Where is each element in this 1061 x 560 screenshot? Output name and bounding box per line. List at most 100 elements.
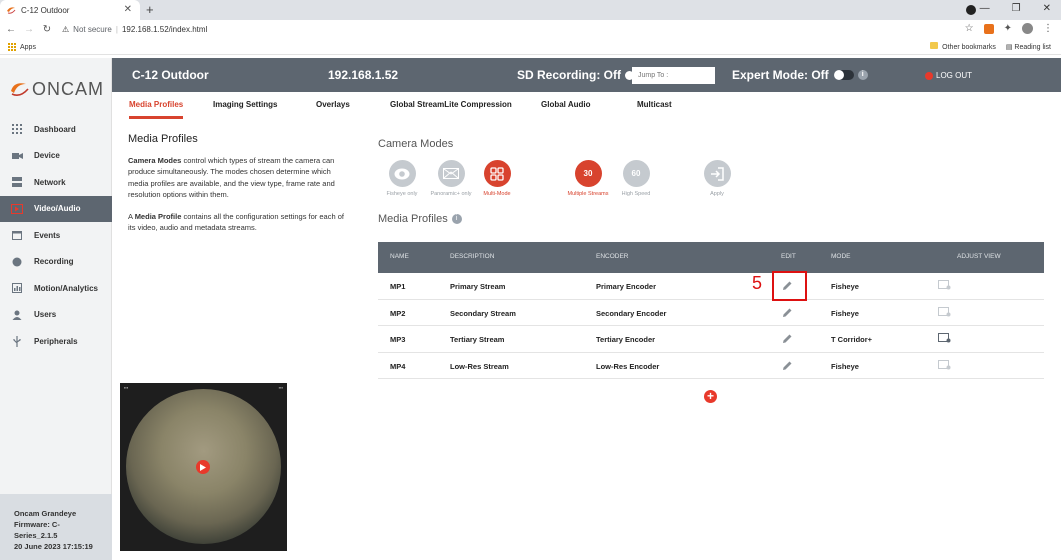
firmware-line-2: Series_2.1.5	[14, 531, 58, 540]
mode-multi-mode[interactable]: Multi-Mode	[465, 160, 529, 197]
sidebar-item-label: Peripherals	[34, 336, 78, 346]
sidebar-item-dashboard[interactable]: Dashboard	[0, 116, 112, 143]
profile-encoder: Secondary Encoder	[596, 308, 667, 318]
step-highlight-box	[772, 271, 807, 301]
media-profiles-title: Media Profiles i	[378, 213, 462, 225]
star-icon[interactable]: ☆	[965, 23, 974, 34]
network-icon	[11, 177, 23, 188]
forward-icon[interactable]: →	[22, 24, 36, 35]
preview-overlay-left: ▪▪▪	[124, 385, 129, 390]
adjust-view-icon[interactable]	[938, 280, 951, 292]
profile-mode: Fisheye	[831, 361, 859, 371]
mode-label: Multi-Mode	[483, 191, 511, 197]
description-title: Media Profiles	[128, 133, 198, 145]
profile-avatar[interactable]	[1022, 23, 1033, 34]
camera-modes-description: Camera Modes control which types of stre…	[128, 155, 348, 201]
tab-global-audio[interactable]: Global Audio	[541, 100, 590, 109]
speed-60-icon: 60	[622, 160, 650, 187]
table-row: MP3 Tertiary Stream Tertiary Encoder T C…	[378, 326, 1044, 353]
profile-mode: Fisheye	[831, 282, 859, 291]
fisheye-icon	[388, 160, 416, 187]
adjust-view-icon[interactable]	[938, 306, 951, 319]
logout-button[interactable]: LOG OUT	[925, 71, 972, 80]
sidebar-item-peripherals[interactable]: Peripherals	[0, 328, 112, 355]
tab-global-streamlite-compression[interactable]: Global StreamLite Compression	[390, 100, 512, 109]
adjust-view-icon[interactable]	[938, 333, 951, 345]
sidebar-item-network[interactable]: Network	[0, 169, 112, 196]
device-model: Oncam Grandeye	[14, 509, 77, 518]
analytics-icon	[11, 283, 23, 294]
adjust-view-icon[interactable]	[938, 359, 951, 372]
column-header: NAME	[390, 253, 409, 260]
camera-modes-term: Camera Modes	[128, 155, 182, 165]
menu-kebab-icon[interactable]: ⋮	[1043, 23, 1053, 34]
url-field[interactable]: ⚠ Not secure | 192.168.1.52/index.html	[62, 22, 962, 37]
puzzle-icon[interactable]: ✦	[1004, 23, 1012, 34]
tab-multicast[interactable]: Multicast	[637, 100, 672, 109]
edit-pencil-icon[interactable]	[782, 333, 793, 346]
info-icon[interactable]: i	[857, 70, 868, 80]
tab-overlays[interactable]: Overlays	[316, 100, 350, 109]
live-preview[interactable]: ▪▪▪ ▪▪▪	[120, 383, 287, 551]
mode-high-speed[interactable]: 60 High Speed	[604, 160, 668, 197]
table-header: NAME DESCRIPTION ENCODER EDIT MODE ADJUS…	[378, 242, 1044, 273]
close-tab-icon[interactable]: ✕	[124, 4, 132, 15]
sidebar-item-device[interactable]: Device	[0, 143, 112, 170]
reload-icon[interactable]: ↻	[40, 24, 54, 35]
app-header: C-12 Outdoor 192.168.1.52 SD Recording: …	[112, 58, 1061, 92]
apps-grid-icon	[8, 43, 16, 51]
sidebar-item-motion-analytics[interactable]: Motion/Analytics	[0, 275, 112, 302]
edit-pencil-icon[interactable]	[782, 307, 793, 320]
oncam-logo: ONCAM	[8, 77, 108, 101]
media-control-icon[interactable]	[966, 5, 976, 15]
oncam-logo-icon	[11, 83, 29, 96]
media-profiles-table: NAME DESCRIPTION ENCODER EDIT MODE ADJUS…	[378, 242, 1044, 379]
usb-icon	[11, 335, 23, 347]
info-icon[interactable]: i	[451, 214, 462, 224]
bookmarks-bar: Apps Other bookmarks ▤ Reading list	[0, 39, 1061, 55]
mode-label: High Speed	[621, 191, 651, 197]
profile-description: Secondary Stream	[450, 308, 516, 318]
profile-encoder: Primary Encoder	[596, 282, 657, 291]
reading-list-label: Reading list	[1014, 43, 1051, 51]
table-row: MP1 Primary Stream Primary Encoder Fishe…	[378, 273, 1044, 300]
column-header: DESCRIPTION	[450, 253, 495, 260]
reading-list[interactable]: ▤ Reading list	[1006, 43, 1051, 51]
browser-tab[interactable]: C-12 Outdoor ✕	[0, 0, 140, 20]
jump-to-input[interactable]	[632, 67, 715, 84]
apps-shortcut[interactable]: Apps	[8, 43, 36, 51]
profile-description: Primary Stream	[450, 282, 506, 291]
sidebar-item-events[interactable]: Events	[0, 222, 112, 249]
play-icon[interactable]	[196, 460, 210, 474]
multi-mode-icon	[483, 160, 511, 187]
media-profile-prefix: A	[128, 211, 135, 221]
media-profile-term: Media Profile	[134, 211, 182, 221]
sidebar-item-label: Events	[34, 230, 61, 240]
tab-imaging-settings[interactable]: Imaging Settings	[213, 100, 277, 109]
sidebar-item-video-audio[interactable]: Video/Audio	[0, 195, 112, 222]
media-profile-description: A Media Profile contains all the configu…	[128, 211, 348, 234]
minimize-icon[interactable]: —	[980, 3, 990, 14]
expert-mode: Expert Mode: Off i	[732, 68, 868, 82]
profile-mode: T Corridor+	[831, 335, 873, 344]
edit-pencil-icon[interactable]	[782, 360, 793, 373]
expert-mode-toggle[interactable]	[833, 70, 854, 80]
extension-icon[interactable]	[983, 23, 994, 34]
sidebar-item-recording[interactable]: Recording	[0, 249, 112, 276]
preview-overlay-right: ▪▪▪	[278, 385, 283, 390]
power-icon	[925, 71, 933, 80]
browser-tab-bar: C-12 Outdoor ✕ + — ❐ ✕	[0, 0, 1061, 20]
profile-encoder: Tertiary Encoder	[596, 335, 656, 344]
back-icon[interactable]: ←	[4, 24, 18, 35]
add-profile-button[interactable]: +	[704, 390, 717, 403]
column-header: EDIT	[781, 253, 796, 260]
sidebar-item-users[interactable]: Users	[0, 302, 112, 329]
restore-icon[interactable]: ❐	[1012, 3, 1021, 14]
other-bookmarks[interactable]: Other bookmarks	[930, 42, 996, 51]
apply-button[interactable]: Apply	[685, 160, 749, 197]
sd-recording-status: SD Recording: Off	[517, 68, 634, 82]
tab-media-profiles[interactable]: Media Profiles	[129, 100, 184, 119]
logout-label: LOG OUT	[936, 71, 973, 80]
new-tab-button[interactable]: +	[146, 2, 154, 17]
close-window-icon[interactable]: ✕	[1043, 3, 1051, 14]
